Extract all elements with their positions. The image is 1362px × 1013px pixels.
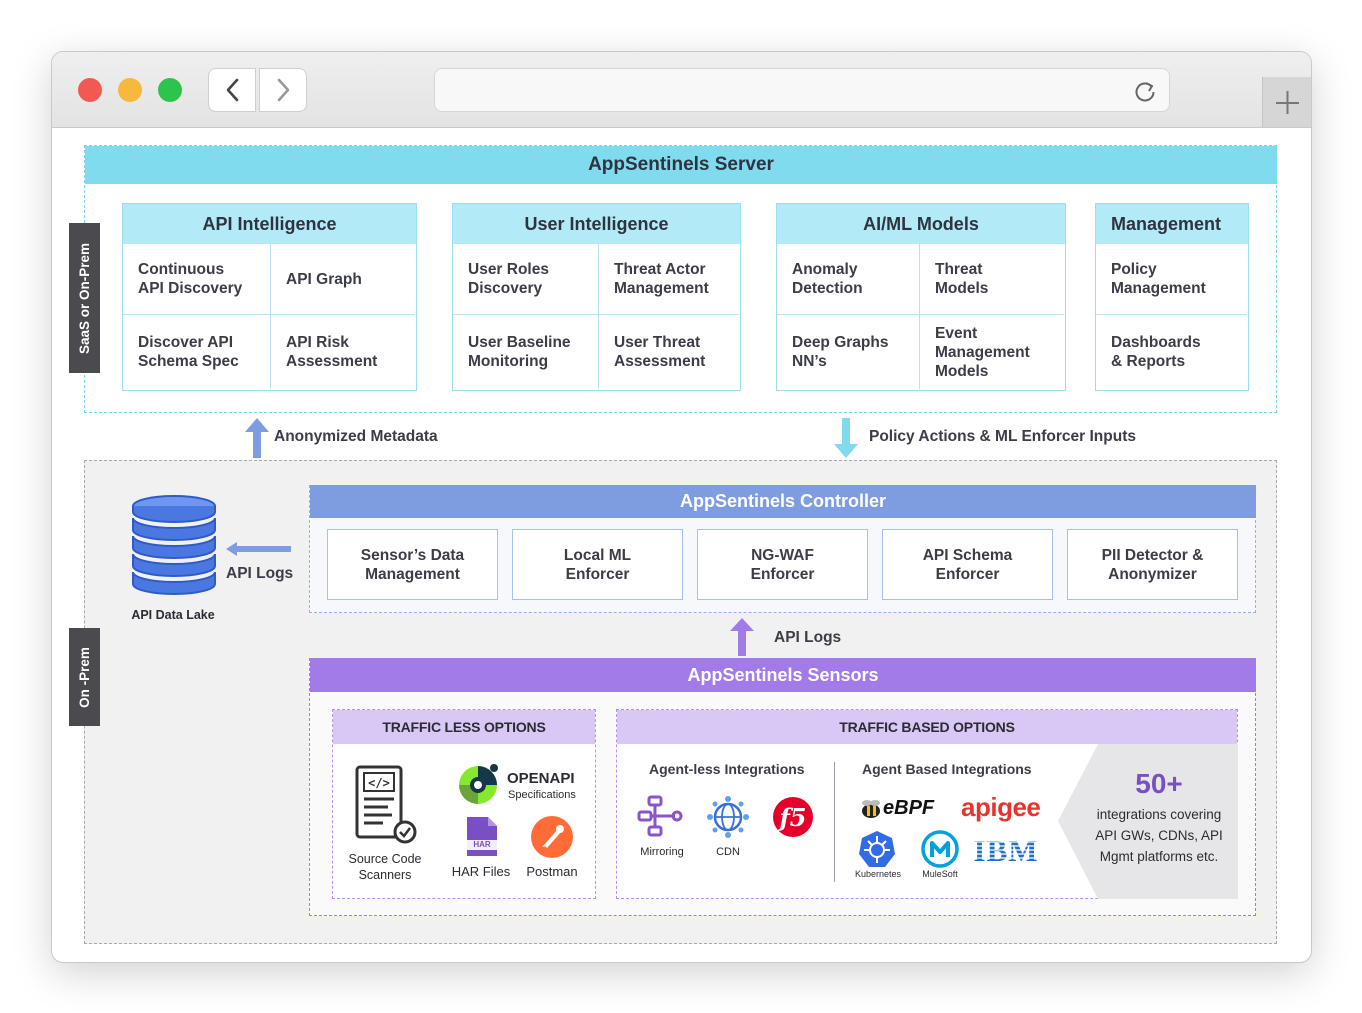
database-icon: [132, 495, 216, 595]
api-logs-left-label: API Logs: [226, 565, 294, 582]
onprem-side-label-text: On -Prem: [77, 646, 93, 708]
mirroring-label: Mirroring: [640, 846, 684, 858]
saas-side-label-text: SaaS or On-Prem: [77, 242, 93, 354]
integrations-count-text: integrations covering API GWs, CDNs, API…: [1095, 807, 1223, 864]
saas-side-label: SaaS or On-Prem: [69, 223, 100, 373]
apigee-logo-text: apigee: [961, 792, 1041, 822]
controller-ng-waf: NG-WAF Enforcer: [697, 529, 868, 600]
cell-policy-management: Policy Management: [1111, 261, 1206, 297]
minimize-window-button[interactable]: [118, 78, 142, 102]
policy-actions-label: Policy Actions & ML Enforcer Inputs: [869, 428, 1136, 445]
server-title: AppSentinels Server: [85, 146, 1277, 184]
group-title: Management: [1096, 204, 1248, 244]
har-files-label: HAR Files: [451, 864, 511, 879]
anonymized-metadata-label: Anonymized Metadata: [274, 428, 438, 445]
group-api-intelligence: API Intelligence Continuous API Discover…: [122, 203, 417, 391]
cell-event-management-models: Event Management Models: [935, 324, 1030, 380]
cell-user-threat-assessment: User Threat Assessment: [614, 334, 706, 370]
source-code-icon: </>: [355, 765, 417, 844]
data-lake-label: API Data Lake: [131, 608, 215, 622]
har-file-icon: [467, 817, 497, 856]
f5-logo-text: f5: [777, 803, 806, 832]
back-button[interactable]: [208, 68, 256, 112]
controller-sensor-data: Sensor’s Data Management: [327, 529, 498, 600]
maximize-window-button[interactable]: [158, 78, 182, 102]
traffic-less-title: TRAFFIC LESS OPTIONS: [333, 710, 595, 744]
svg-text:</>: </>: [368, 776, 390, 790]
mulesoft-label: MuleSoft: [922, 869, 958, 879]
kubernetes-icon: [859, 831, 895, 867]
group-user-intelligence: User Intelligence User Roles Discovery T…: [452, 203, 741, 391]
cell-user-roles-discovery: User Roles Discovery: [468, 261, 549, 297]
controller-pii-detector: PII Detector & Anonymizer: [1067, 529, 1238, 600]
f5-logo-icon: f5: [773, 797, 813, 837]
cell-continuous-api-discovery: Continuous API Discovery: [138, 261, 243, 297]
address-bar[interactable]: [434, 68, 1170, 112]
arrow-left-icon: [226, 542, 291, 556]
cell-anomaly-detection: Anomaly Detection: [792, 261, 863, 297]
group-management: Management Policy Management Dashboards …: [1095, 203, 1249, 391]
kubernetes-label: Kubernetes: [854, 869, 902, 879]
cell-discover-api-schema: Discover API Schema Spec: [138, 334, 239, 370]
cell-api-risk-assessment: API Risk Assessment: [286, 334, 378, 370]
mirroring-icon: [637, 795, 683, 837]
ibm-logo-icon: IBM: [972, 834, 1040, 866]
chevron-left-icon: [226, 78, 239, 102]
group-title: AI/ML Models: [777, 204, 1065, 244]
controller-local-ml: Local ML Enforcer: [512, 529, 683, 600]
openapi-subtitle: Specifications: [508, 789, 576, 801]
chevron-right-icon: [277, 78, 290, 102]
close-window-button[interactable]: [78, 78, 102, 102]
cell-threat-actor-management: Threat Actor Management: [614, 261, 709, 297]
group-ai-ml-models: AI/ML Models Anomaly Detection Threat Mo…: [776, 203, 1066, 391]
arrow-up-icon: [730, 618, 754, 656]
cell-deep-graphs: Deep Graphs NN’s: [792, 334, 889, 370]
cdn-label: CDN: [716, 846, 740, 858]
ebpf-logo-text: eBPF: [883, 797, 935, 819]
new-tab-button[interactable]: [1262, 77, 1311, 127]
reload-icon[interactable]: [1131, 77, 1159, 105]
cdn-globe-icon: [707, 796, 749, 838]
cell-threat-models: Threat Models: [935, 261, 989, 297]
openapi-title: OPENAPI: [507, 770, 575, 787]
integrations-divider: [834, 762, 835, 882]
arrow-up-icon: [245, 418, 269, 458]
postman-label: Postman: [526, 864, 578, 879]
source-code-label: Source Code Scanners: [348, 852, 422, 882]
traffic-based-title: TRAFFIC BASED OPTIONS: [617, 710, 1237, 744]
controller-title: AppSentinels Controller: [310, 485, 1256, 518]
group-title: API Intelligence: [123, 204, 416, 244]
browser-titlebar: [52, 52, 1311, 128]
postman-logo-icon: [531, 816, 573, 858]
sensors-title: AppSentinels Sensors: [310, 658, 1256, 692]
forward-button[interactable]: [259, 68, 307, 112]
agent-based-title: Agent Based Integrations: [862, 761, 1032, 777]
controller-api-schema: API Schema Enforcer: [882, 529, 1053, 600]
onprem-side-label: On -Prem: [69, 628, 100, 726]
api-logs-up-label: API Logs: [774, 629, 842, 646]
cell-api-graph: API Graph: [286, 270, 362, 288]
ebpf-bee-icon: [862, 800, 880, 818]
agentless-title: Agent-less Integrations: [649, 761, 805, 777]
integrations-count: 50+: [1135, 768, 1183, 799]
cell-dashboards-reports: Dashboards & Reports: [1111, 334, 1201, 370]
mulesoft-icon: [921, 830, 959, 868]
cell-user-baseline-monitoring: User Baseline Monitoring: [468, 334, 571, 370]
group-title: User Intelligence: [453, 204, 740, 244]
openapi-logo-icon: [459, 764, 498, 804]
har-badge: HAR: [473, 840, 491, 849]
arrow-down-icon: [834, 418, 858, 458]
plus-icon: [1276, 91, 1299, 114]
